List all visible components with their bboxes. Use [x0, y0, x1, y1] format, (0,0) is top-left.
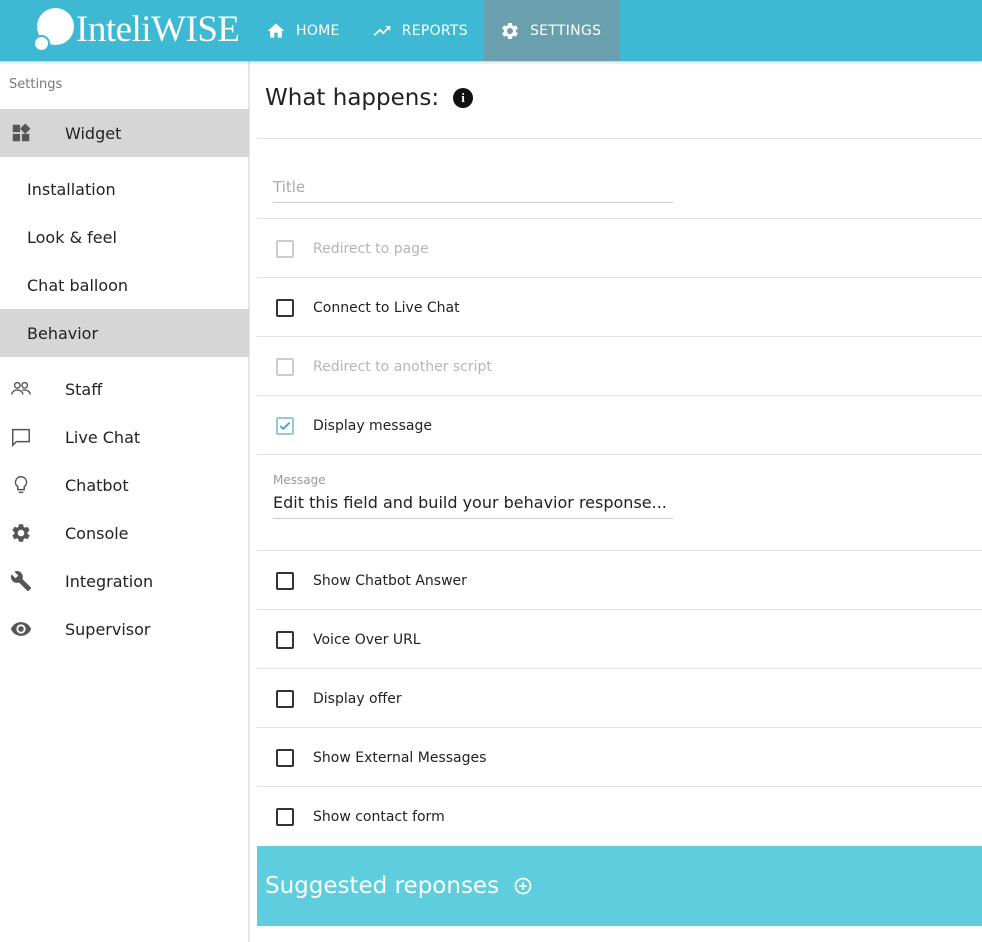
- sidebar-item-label: Chatbot: [65, 475, 129, 495]
- sidebar-item-label: Behavior: [27, 323, 99, 343]
- sidebar: Settings Widget Installation Look & feel…: [0, 61, 250, 942]
- page-title-text: What happens:: [265, 85, 440, 111]
- widgets-icon: [9, 121, 33, 145]
- sidebar-item-label: Integration: [65, 571, 154, 591]
- option-voice-over-url[interactable]: Voice Over URL: [257, 610, 982, 669]
- divider: [257, 454, 982, 455]
- nav-settings[interactable]: SETTINGS: [483, 0, 621, 61]
- option-redirect-to-page[interactable]: Redirect to page: [257, 219, 982, 278]
- sidebar-item-label: Chat balloon: [27, 275, 129, 295]
- checkbox[interactable]: [276, 571, 294, 590]
- sidebar-item-label: Console: [65, 523, 129, 543]
- option-label: Show contact form: [313, 808, 445, 825]
- logo-circle-small: [33, 35, 50, 52]
- option-label: Display offer: [313, 690, 402, 707]
- trending-up-icon: [373, 25, 391, 36]
- option-label: Redirect to another script: [313, 358, 492, 375]
- nav-home[interactable]: HOME: [252, 0, 356, 61]
- suggested-responses-header: Suggested reponses: [257, 846, 982, 926]
- sidebar-item-console[interactable]: Console: [0, 509, 249, 557]
- option-label: Show External Messages: [313, 749, 487, 766]
- option-show-external-messages[interactable]: Show External Messages: [257, 728, 982, 787]
- inteliwise-logo[interactable]: InteliWISE: [30, 4, 240, 54]
- sidebar-item-staff[interactable]: Staff: [0, 365, 249, 413]
- sidebar-item-widget[interactable]: Widget: [0, 109, 249, 157]
- option-label: Show Chatbot Answer: [313, 572, 467, 589]
- home-icon: [267, 23, 285, 38]
- message-label: Message: [273, 473, 326, 487]
- option-label: Connect to Live Chat: [313, 299, 460, 316]
- main-nav: HOME REPORTS SETTINGS: [252, 0, 621, 61]
- gear-icon: [9, 521, 33, 545]
- sidebar-item-supervisor[interactable]: Supervisor: [0, 605, 249, 653]
- option-label: Redirect to page: [313, 240, 429, 257]
- sidebar-title: Settings: [9, 77, 63, 92]
- title-input[interactable]: Title: [273, 178, 673, 203]
- nav-settings-label: SETTINGS: [529, 22, 602, 39]
- checkbox-checked[interactable]: [276, 416, 294, 435]
- logo-text: InteliWISE: [76, 9, 240, 50]
- checkbox[interactable]: [276, 357, 294, 376]
- nav-home-label: HOME: [296, 22, 340, 39]
- gear-icon: [502, 22, 518, 39]
- nav-reports[interactable]: REPORTS: [356, 0, 484, 61]
- people-icon: [9, 377, 33, 401]
- sidebar-item-label: Staff: [65, 379, 103, 399]
- sidebar-item-installation[interactable]: Installation: [0, 165, 249, 213]
- sidebar-item-label: Supervisor: [65, 619, 151, 639]
- lightbulb-icon: [9, 473, 33, 497]
- behavior-editor: What happens: i Title Redirect to page C…: [257, 61, 982, 942]
- option-display-message[interactable]: Display message: [257, 396, 982, 455]
- sidebar-item-chat-balloon[interactable]: Chat balloon: [0, 261, 249, 309]
- suggested-responses-title: Suggested reponses: [265, 873, 500, 899]
- checkbox[interactable]: [276, 298, 294, 317]
- nav-reports-label: REPORTS: [401, 22, 468, 39]
- checkbox[interactable]: [276, 239, 294, 258]
- sidebar-item-label: Live Chat: [65, 427, 141, 447]
- sidebar-item-live-chat[interactable]: Live Chat: [0, 413, 249, 461]
- option-label: Voice Over URL: [313, 631, 421, 648]
- option-show-contact-form[interactable]: Show contact form: [257, 787, 982, 846]
- checkbox[interactable]: [276, 748, 294, 767]
- sidebar-item-label: Look & feel: [27, 227, 117, 247]
- sidebar-item-chatbot[interactable]: Chatbot: [0, 461, 249, 509]
- divider: [257, 138, 982, 139]
- sidebar-item-label: Widget: [65, 123, 122, 143]
- option-show-chatbot-answer[interactable]: Show Chatbot Answer: [257, 551, 982, 610]
- option-display-offer[interactable]: Display offer: [257, 669, 982, 728]
- message-input[interactable]: Edit this field and build your behavior …: [273, 493, 673, 519]
- checkbox[interactable]: [276, 807, 294, 826]
- sidebar-item-integration[interactable]: Integration: [0, 557, 249, 605]
- option-redirect-to-another-script[interactable]: Redirect to another script: [257, 337, 982, 396]
- checkbox[interactable]: [276, 630, 294, 649]
- sidebar-item-label: Installation: [27, 179, 116, 199]
- wrench-icon: [9, 569, 33, 593]
- check-icon: [279, 421, 291, 430]
- add-circle-icon[interactable]: [513, 876, 533, 896]
- sidebar-item-look-and-feel[interactable]: Look & feel: [0, 213, 249, 261]
- chat-bubble-icon: [9, 425, 33, 449]
- option-label: Display message: [313, 417, 432, 434]
- eye-icon: [9, 617, 33, 641]
- page-title: What happens: i: [265, 85, 474, 111]
- option-connect-to-live-chat[interactable]: Connect to Live Chat: [257, 278, 982, 337]
- checkbox[interactable]: [276, 689, 294, 708]
- top-bar: InteliWISE HOME REPORTS SETTINGS: [0, 0, 982, 61]
- info-icon[interactable]: i: [453, 88, 474, 108]
- sidebar-item-behavior[interactable]: Behavior: [0, 309, 249, 357]
